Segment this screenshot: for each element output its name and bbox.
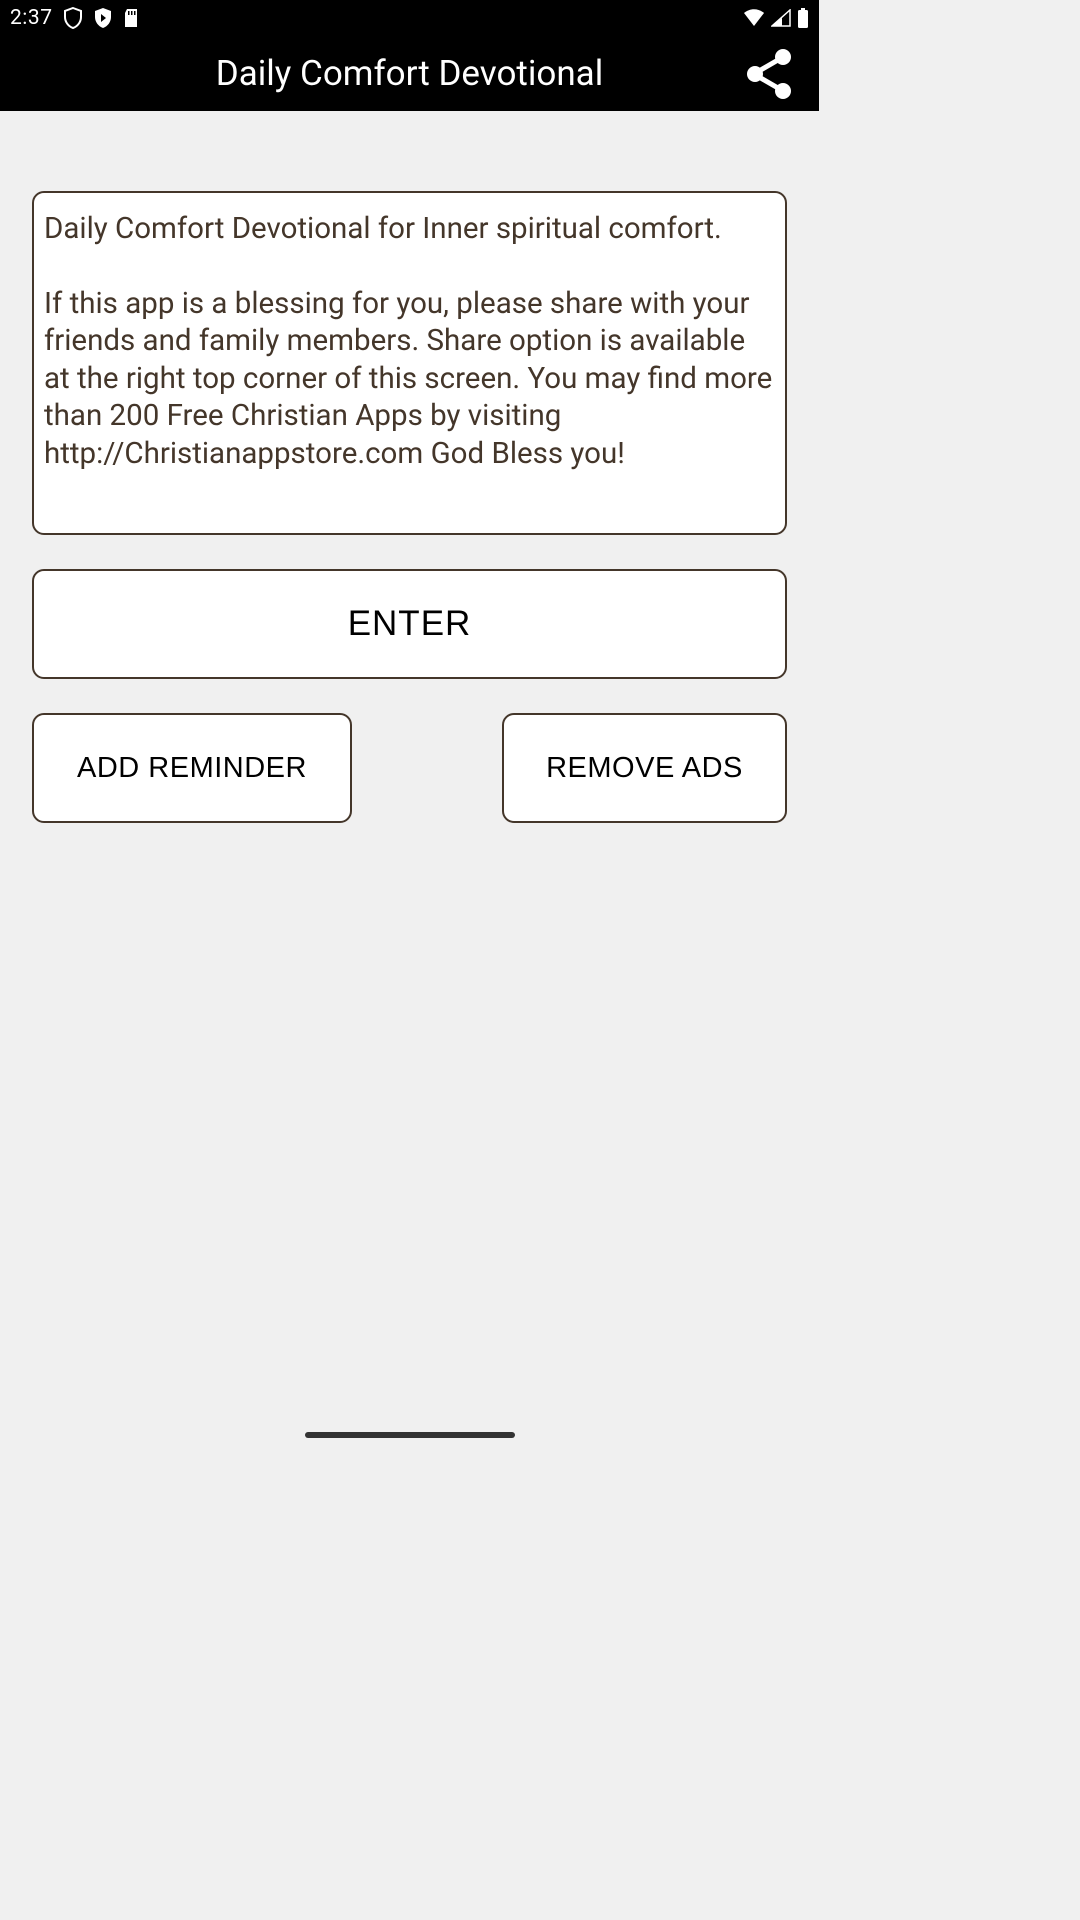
- status-left: 2:37: [10, 6, 139, 30]
- wifi-icon: [743, 9, 765, 27]
- app-title: Daily Comfort Devotional: [216, 53, 603, 94]
- enter-button[interactable]: ENTER: [32, 569, 787, 679]
- remove-ads-button[interactable]: REMOVE ADS: [502, 713, 787, 823]
- shield-outline-icon: [63, 7, 83, 29]
- info-card: Daily Comfort Devotional for Inner spiri…: [32, 191, 787, 535]
- info-text: Daily Comfort Devotional for Inner spiri…: [44, 211, 775, 473]
- play-protect-icon: [93, 7, 113, 29]
- status-time: 2:37: [10, 6, 53, 30]
- sd-card-icon: [123, 8, 139, 28]
- button-row: ADD REMINDER REMOVE ADS: [32, 713, 787, 823]
- add-reminder-button[interactable]: ADD REMINDER: [32, 713, 352, 823]
- app-bar: Daily Comfort Devotional: [0, 36, 819, 111]
- main-content: Daily Comfort Devotional for Inner spiri…: [0, 111, 819, 823]
- share-button[interactable]: [739, 44, 799, 104]
- status-bar: 2:37: [0, 0, 819, 36]
- home-indicator[interactable]: [305, 1432, 515, 1438]
- share-icon: [745, 48, 793, 100]
- battery-icon: [797, 8, 809, 28]
- signal-icon: [771, 9, 791, 27]
- status-right: [743, 8, 809, 28]
